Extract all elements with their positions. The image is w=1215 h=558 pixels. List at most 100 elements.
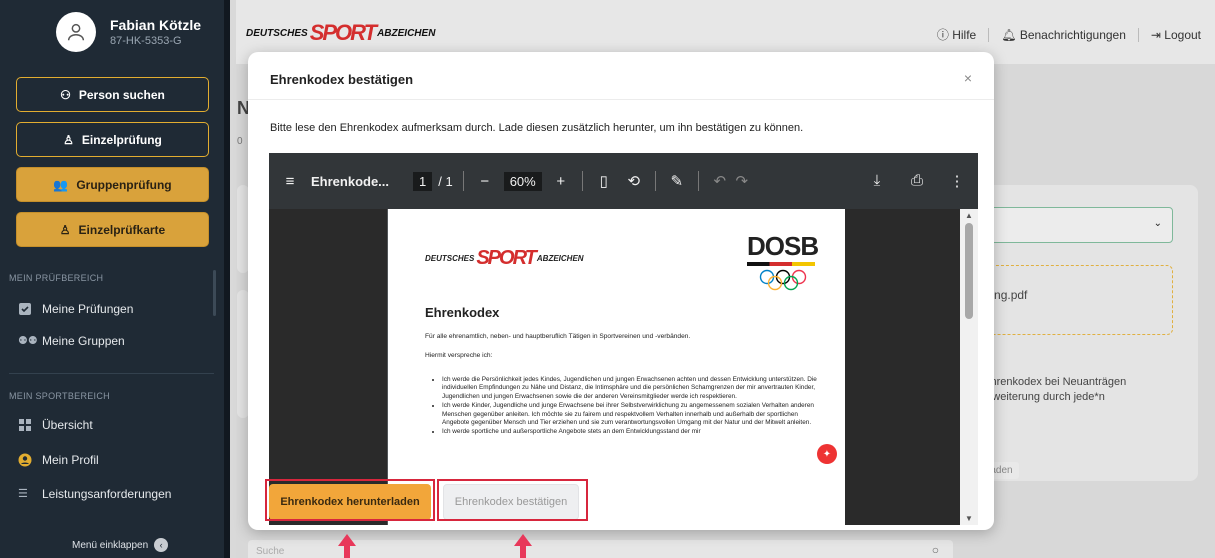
- logout-icon: ⇥: [1150, 27, 1161, 42]
- zoom-out-icon[interactable]: −: [474, 173, 496, 190]
- logout-link[interactable]: ⇥ Logout: [1151, 28, 1201, 42]
- scroll-thumb[interactable]: [965, 223, 973, 319]
- button-label: Person suchen: [78, 87, 165, 102]
- annotate-icon[interactable]: ✎: [666, 172, 688, 190]
- page-subtitle-fragment: 0: [237, 136, 243, 147]
- undo-icon[interactable]: ↶: [709, 172, 731, 190]
- pdf-page: DEUTSCHES SPORT ABZEICHEN DOSB Ehrenkode…: [388, 209, 845, 525]
- dosb-logo: DOSB: [747, 231, 819, 261]
- zoom-in-icon[interactable]: +: [550, 173, 572, 190]
- close-icon[interactable]: ×: [964, 70, 972, 86]
- notifications-label: Benachrichtigungen: [1019, 27, 1126, 42]
- sportabzeichen-logo[interactable]: DEUTSCHES SPORT ABZEICHEN: [246, 20, 435, 46]
- collapse-menu-button[interactable]: Menü einklappen ‹: [72, 538, 169, 552]
- pdf-toolbar: ≡ Ehrenkode... 1 / 1 − 60% + ▯ ⟲ ✎ ↶ ↷ ⤓…: [269, 153, 978, 209]
- section-title-sportbereich: MEIN SPORTBEREICH: [9, 391, 110, 401]
- menu-icon[interactable]: ≡: [279, 173, 301, 190]
- group-exam-button[interactable]: 👥 Gruppenprüfung: [16, 167, 209, 202]
- arrow-up-icon: [514, 534, 532, 546]
- people-search-icon: ⚇: [60, 87, 71, 102]
- divider: [654, 171, 656, 191]
- search-icon: ○: [931, 543, 939, 557]
- nav-label: Mein Profil: [42, 453, 99, 467]
- nav-overview[interactable]: Übersicht: [18, 418, 93, 432]
- scroll-down-icon[interactable]: ▼: [965, 514, 973, 523]
- pdf-margin: [845, 209, 960, 525]
- button-label: Einzelprüfung: [81, 132, 162, 147]
- list-item: Ich werde sportliche und außersportliche…: [442, 428, 823, 436]
- arrow-stem: [344, 546, 350, 558]
- print-icon[interactable]: ⎙: [906, 172, 928, 190]
- dashboard-icon: [19, 419, 31, 431]
- list-item: Ich werde die Persönlichkeit jedes Kinde…: [442, 376, 823, 401]
- collapse-label: Menü einklappen: [72, 539, 149, 551]
- chevron-down-icon: ⌄: [1153, 218, 1162, 229]
- zoom-input[interactable]: 60%: [503, 171, 542, 191]
- section-title-pruefbereich: MEIN PRÜFBEREICH: [9, 273, 104, 283]
- pdf-filename: Ehrenkode...: [311, 173, 390, 189]
- modal-intro-text: Bitte lese den Ehrenkodex aufmerksam dur…: [270, 122, 804, 134]
- nav-label: Übersicht: [42, 418, 93, 432]
- single-exam-card-button[interactable]: ♙ Einzelprüfkarte: [16, 212, 209, 247]
- nav-label: Meine Gruppen: [42, 334, 125, 348]
- doc-logo-sport: SPORT: [476, 247, 537, 269]
- help-link[interactable]: ⓘ Hilfe: [937, 26, 976, 43]
- divider: [1137, 27, 1139, 42]
- page-number-input[interactable]: 1: [413, 171, 433, 191]
- group-icon: 👥: [53, 177, 69, 192]
- logout-label: Logout: [1164, 27, 1201, 42]
- pdf-margin: [269, 209, 387, 525]
- pdf-viewer[interactable]: ≡ Ehrenkode... 1 / 1 − 60% + ▯ ⟲ ✎ ↶ ↷ ⤓…: [269, 153, 978, 525]
- doc-logo-right: ABZEICHEN: [536, 254, 584, 263]
- divider: [697, 171, 699, 191]
- scroll-up-icon[interactable]: ▲: [965, 211, 973, 220]
- search-placeholder: Suche: [256, 546, 285, 557]
- divider: [9, 373, 214, 374]
- button-label: Gruppenprüfung: [76, 177, 172, 192]
- document-paragraph: Hiermit verspreche ich:: [425, 352, 493, 359]
- user-profile[interactable]: Fabian Kötzle 87-HK-5353-G: [0, 0, 224, 64]
- nav-label: Meine Prüfungen: [42, 302, 134, 316]
- profile-icon: [18, 453, 32, 467]
- help-label: Hilfe: [952, 28, 977, 42]
- notifications-link[interactable]: 🔔︎ Benachrichtigungen: [1001, 28, 1126, 42]
- background-select[interactable]: ⌄: [965, 207, 1173, 243]
- redo-icon[interactable]: ↷: [731, 172, 753, 190]
- sidebar-scrollbar[interactable]: [213, 270, 216, 316]
- pdf-document-area[interactable]: DEUTSCHES SPORT ABZEICHEN DOSB Ehrenkode…: [269, 209, 978, 525]
- person-card-icon: ♙: [59, 222, 71, 237]
- single-exam-button[interactable]: ♙ Einzelprüfung: [16, 122, 209, 157]
- person-icon: ♙: [63, 132, 74, 147]
- nav-requirements[interactable]: ☰ Leistungsanforderungen: [18, 487, 171, 501]
- button-label: Einzelprüfkarte: [78, 222, 166, 237]
- pdf-scrollbar[interactable]: ▲ ▼: [960, 209, 978, 525]
- sidebar: Fabian Kötzle 87-HK-5353-G ⚇ Person suche…: [0, 0, 230, 558]
- nav-my-groups[interactable]: ⚉⚉ Meine Gruppen: [18, 334, 125, 348]
- top-navigation: ⓘ Hilfe 🔔︎ Benachrichtigungen ⇥ Logout: [937, 26, 1201, 43]
- dosb-stripe: [747, 262, 815, 266]
- nav-my-exams[interactable]: Meine Prüfungen: [18, 302, 133, 316]
- person-search-button[interactable]: ⚇ Person suchen: [16, 77, 209, 112]
- arrow-stem: [520, 546, 526, 558]
- document-logo: DEUTSCHES SPORT ABZEICHEN: [425, 247, 584, 270]
- bell-icon: 🔔︎: [1001, 27, 1017, 42]
- acrobat-icon[interactable]: ✦: [817, 444, 837, 464]
- avatar: [56, 12, 96, 52]
- honor-code-modal: Ehrenkodex bestätigen × Bitte lese den E…: [248, 52, 994, 530]
- user-icon: [67, 23, 85, 41]
- chevron-left-icon: ‹: [154, 538, 169, 552]
- rotate-icon[interactable]: ⟲: [623, 172, 645, 190]
- nav-label: Leistungsanforderungen: [42, 487, 172, 501]
- doc-logo-left: DEUTSCHES: [425, 254, 475, 263]
- fit-page-icon[interactable]: ▯: [593, 172, 615, 190]
- divider: [248, 99, 994, 100]
- logo-text-right: ABZEICHEN: [377, 27, 436, 39]
- more-options-icon[interactable]: ⋮: [946, 172, 968, 190]
- download-icon[interactable]: ⤓: [866, 172, 888, 190]
- logo-text-left: DEUTSCHES: [246, 27, 308, 39]
- arrow-up-icon: [338, 534, 356, 546]
- user-id: 87-HK-5353-G: [110, 35, 182, 47]
- group-icon: ⚉⚉: [18, 335, 38, 347]
- olympic-rings-icon: [759, 269, 807, 291]
- nav-my-profile[interactable]: Mein Profil: [18, 453, 99, 467]
